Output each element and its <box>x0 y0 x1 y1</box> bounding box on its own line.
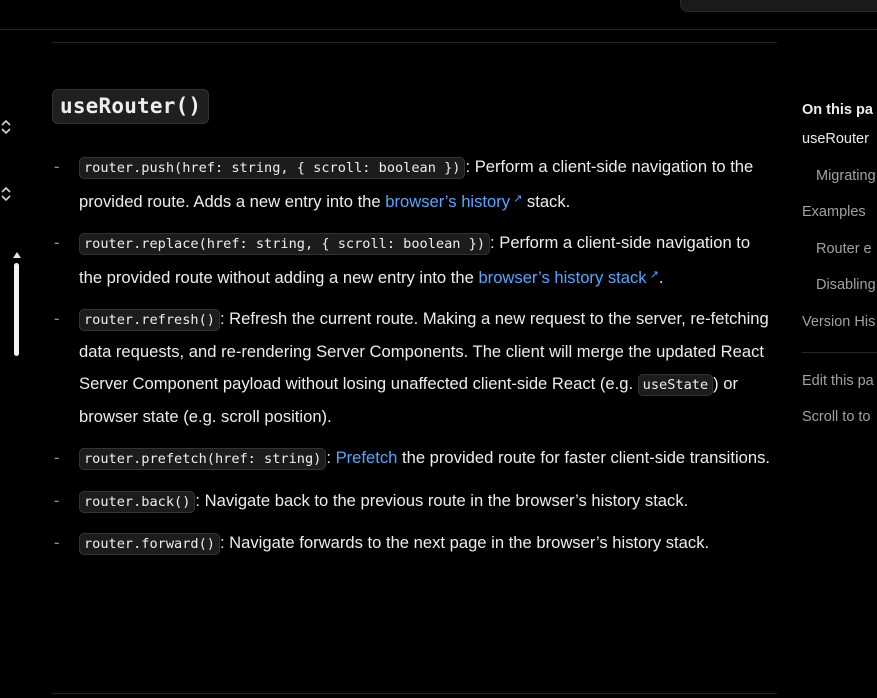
list-bullet: - <box>54 233 60 253</box>
scroll-to-top-link[interactable]: Scroll to to <box>802 404 877 440</box>
list-bullet: - <box>54 157 60 176</box>
list-item: - router.prefetch(href: string): Prefetc… <box>52 442 777 475</box>
scrollbar-thumb[interactable] <box>14 263 19 356</box>
toc-item[interactable]: Examples <box>802 197 877 234</box>
divider <box>802 352 877 353</box>
list-bullet: - <box>54 447 60 467</box>
list-bullet: - <box>54 533 60 553</box>
external-link-icon: ↗ <box>649 269 659 282</box>
inline-code: router.back() <box>79 490 196 513</box>
divider <box>52 42 777 43</box>
method-list: - router.push(href: string, { scroll: bo… <box>52 151 777 570</box>
prefetch-link[interactable]: Prefetch <box>336 448 398 467</box>
list-item: - router.back(): Navigate back to the pr… <box>52 485 777 518</box>
inline-code: useState <box>637 373 714 396</box>
list-bullet: - <box>54 490 60 510</box>
toc-item[interactable]: Migrating <box>802 161 877 198</box>
browsers-history-link[interactable]: browser’s history ↗ <box>385 192 522 211</box>
list-item: - router.refresh(): Refresh the current … <box>52 303 777 432</box>
list-item: - router.replace(href: string, { scroll:… <box>52 227 777 294</box>
list-item: - router.forward(): Navigate forwards to… <box>52 527 777 560</box>
list-item: - router.push(href: string, { scroll: bo… <box>52 151 777 218</box>
top-navigation-bar <box>0 0 877 30</box>
inline-code: router.refresh() <box>79 309 220 332</box>
external-link-icon: ↗ <box>513 193 523 206</box>
inline-code: router.forward() <box>79 533 220 556</box>
inline-code: router.prefetch(href: string) <box>79 447 327 470</box>
toc-item[interactable]: Router e <box>802 234 877 271</box>
browsers-history-stack-link[interactable]: browser’s history stack ↗ <box>478 268 658 287</box>
inline-code: router.push(href: string, { scroll: bool… <box>79 157 466 179</box>
section-heading: useRouter() <box>52 89 210 124</box>
expand-collapse-icon[interactable] <box>0 118 12 135</box>
toc-item[interactable]: useRouter <box>802 124 877 161</box>
toc-title: On this pa <box>802 102 873 118</box>
toc-item[interactable]: Version His <box>802 307 877 344</box>
list-bullet: - <box>54 309 60 329</box>
expand-collapse-icon[interactable] <box>0 185 12 202</box>
toc-item[interactable]: Disabling <box>802 270 877 307</box>
inline-code: router.replace(href: string, { scroll: b… <box>79 233 491 256</box>
divider <box>52 693 777 694</box>
table-of-contents: On this pa useRouter Migrating Examples … <box>802 96 877 440</box>
scroll-up-arrow-icon[interactable] <box>13 252 21 258</box>
edit-page-link[interactable]: Edit this pa <box>802 368 877 404</box>
scrollbar[interactable] <box>12 252 22 356</box>
search-box[interactable] <box>680 0 877 12</box>
